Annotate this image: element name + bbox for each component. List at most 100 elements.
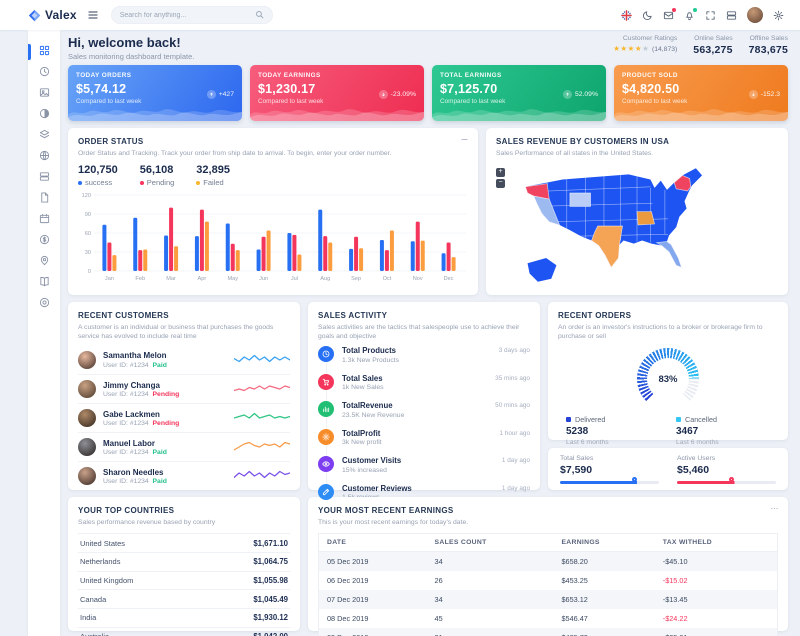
sidebar-item-rows[interactable]: [28, 171, 60, 185]
country-row[interactable]: Australia$1,042.00: [78, 628, 290, 636]
contrast-icon: [39, 106, 50, 124]
cell-date: 08 Dec 2019: [319, 609, 427, 628]
logo-text: Valex: [45, 8, 77, 22]
cell-tax: -$24.22: [655, 609, 778, 628]
state-florida[interactable]: [657, 242, 682, 268]
svg-text:Mar: Mar: [166, 276, 176, 282]
country-row[interactable]: India$1,930.12: [78, 609, 290, 628]
bell-icon[interactable]: [684, 10, 695, 21]
customer-sparkline: [234, 410, 290, 426]
search-icon[interactable]: [255, 6, 264, 24]
stat-card-label: PRODUCT SOLD: [622, 72, 780, 79]
expand-icon[interactable]: [705, 10, 716, 21]
more-options-icon[interactable]: [770, 504, 779, 513]
column-header: SALES COUNT: [427, 534, 554, 552]
sidebar-item-card[interactable]: [28, 87, 60, 101]
country-row[interactable]: United States$1,671.10: [78, 534, 290, 553]
svg-text:90: 90: [85, 212, 91, 218]
online-sales-value: 563,275: [693, 44, 732, 56]
order-status-panel: ORDER STATUS Order Status and Tracking. …: [68, 128, 478, 295]
flag-icon[interactable]: [621, 10, 632, 21]
slider-track[interactable]: [677, 481, 776, 484]
order-status-stats: 120,750success56,108Pending32,895Failed: [78, 164, 468, 187]
rating-stars: ★★★★★ (14,873): [613, 44, 677, 53]
sidebar-item-dashboard[interactable]: [28, 45, 60, 59]
ratings-label: Customer Ratings: [613, 35, 677, 42]
svg-text:Jul: Jul: [291, 276, 298, 282]
sidebar-item-book[interactable]: [28, 276, 60, 290]
sidebar-item-contrast[interactable]: [28, 108, 60, 122]
sidebar-item-globe[interactable]: [28, 150, 60, 164]
activity-item[interactable]: Customer Visits15% increased1 day ago: [318, 456, 530, 484]
page-subtitle: Sales monitoring dashboard template.: [68, 52, 194, 61]
orders-legend: Delivered5238Last 6 monthsCancelled3467L…: [558, 415, 778, 446]
customer-row[interactable]: Samantha MelonUser ID: #1234 Paid: [78, 345, 290, 374]
svg-text:Oct: Oct: [383, 276, 392, 282]
activity-title: Total Products: [342, 346, 399, 355]
state-missouri[interactable]: [637, 212, 655, 225]
earnings-row: 09 Dec 201931$425.72-$25.01: [319, 628, 778, 636]
country-row[interactable]: Canada$1,045.49: [78, 590, 290, 609]
map-zoom-out-button[interactable]: −: [496, 179, 505, 188]
cell-sales-count: 31: [427, 628, 554, 636]
country-revenue: $1,045.49: [253, 595, 288, 604]
card-icon: [39, 85, 50, 103]
country-row[interactable]: Netherlands$1,064.75: [78, 553, 290, 572]
activity-item[interactable]: TotalRevenue23.5K New Revenue50 mins ago: [318, 401, 530, 429]
usa-map[interactable]: [496, 162, 778, 288]
activity-time: 1 hour ago: [499, 429, 530, 457]
slider-track[interactable]: [560, 481, 659, 484]
customer-row[interactable]: Jimmy ChangaUser ID: #1234 Pending: [78, 374, 290, 403]
minimize-icon[interactable]: [460, 135, 469, 144]
svg-text:60: 60: [85, 231, 91, 237]
arrow-down-icon: [749, 90, 758, 99]
stat-card-delta: +427: [207, 90, 234, 99]
state-new-york[interactable]: [674, 176, 691, 191]
trend-wave: [614, 101, 788, 121]
rows-icon[interactable]: [726, 10, 737, 21]
customer-ratings: Customer Ratings ★★★★★ (14,873): [613, 35, 677, 56]
sales-activity-title: SALES ACTIVITY: [318, 311, 530, 320]
state-wyoming[interactable]: [570, 193, 591, 206]
search-input[interactable]: [120, 12, 255, 19]
customer-row[interactable]: Manuel LaborUser ID: #1234 Paid: [78, 432, 290, 461]
map-zoom-in-button[interactable]: +: [496, 168, 505, 177]
mail-icon[interactable]: [663, 10, 674, 21]
country-name: India: [80, 613, 96, 622]
user-avatar: [747, 7, 763, 23]
avatar[interactable]: [747, 7, 763, 23]
activity-item[interactable]: Total Sales1k New Sales35 mins ago: [318, 374, 530, 402]
svg-text:0: 0: [88, 269, 91, 275]
customer-row[interactable]: Sharon NeedlesUser ID: #1234 Paid: [78, 461, 290, 490]
earnings-row: 07 Dec 201934$653.12-$13.45: [319, 590, 778, 609]
slider-handle[interactable]: [729, 477, 734, 482]
sidebar-item-pin[interactable]: [28, 255, 60, 269]
rows-icon: [39, 169, 50, 187]
sidebar-item-calendar[interactable]: [28, 213, 60, 227]
usa-sales-map-panel: SALES REVENUE BY CUSTOMERS IN USA Sales …: [486, 128, 788, 295]
customer-row[interactable]: Gabe LackmenUser ID: #1234 Pending: [78, 403, 290, 432]
recent-customers-title: RECENT CUSTOMERS: [78, 311, 290, 320]
edit-icon: [318, 484, 334, 500]
stat-card-today-orders: TODAY ORDERS$5,74.12Compared to last wee…: [68, 65, 242, 121]
moon-icon[interactable]: [642, 10, 653, 21]
state-texas[interactable]: [592, 226, 623, 267]
sidebar-item-file[interactable]: [28, 192, 60, 206]
activity-item[interactable]: Total Products1.3k New Products3 days ag…: [318, 346, 530, 374]
gear-icon[interactable]: [773, 10, 784, 21]
country-row[interactable]: United Kingdom$1,055.98: [78, 572, 290, 591]
customer-name: Gabe Lackmen: [103, 410, 179, 419]
status-badge: Pending: [153, 420, 180, 427]
sidebar-toggle-icon[interactable]: [87, 9, 99, 21]
slider-handle[interactable]: [632, 477, 637, 482]
customer-sparkline: [234, 352, 290, 368]
sidebar-item-layers[interactable]: [28, 129, 60, 143]
stat-card-label: TOTAL EARNINGS: [440, 72, 598, 79]
activity-item[interactable]: TotalProfit3k New profit1 hour ago: [318, 429, 530, 457]
sidebar-item-clock[interactable]: [28, 66, 60, 80]
dashboard-page: Valex Hi, welcome back! Sales monitoring…: [0, 0, 800, 636]
cell-sales-count: 45: [427, 609, 554, 628]
app-logo[interactable]: Valex: [28, 8, 77, 22]
sidebar-item-dollar[interactable]: [28, 234, 60, 248]
sidebar-item-disc[interactable]: [28, 297, 60, 311]
